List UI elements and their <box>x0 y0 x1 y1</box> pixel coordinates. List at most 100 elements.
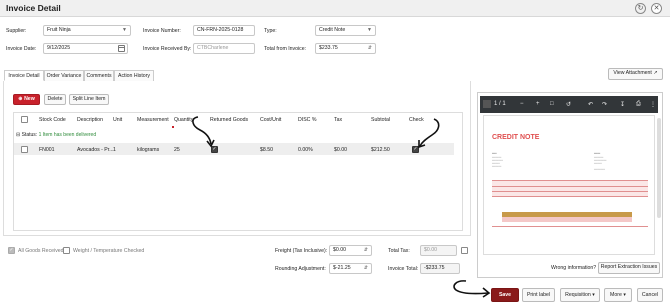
col-disc[interactable]: DISC % <box>298 117 316 123</box>
print-icon[interactable]: ⎙ <box>636 101 641 108</box>
redo-icon[interactable]: ↷ <box>602 101 607 108</box>
more-button[interactable]: More ▾ <box>604 288 632 302</box>
tab-comments[interactable]: Comments <box>84 70 114 81</box>
tax-toggle-checkbox[interactable] <box>461 247 468 254</box>
col-stock-code[interactable]: Stock Code <box>39 117 66 123</box>
received-by-label: Invoice Received By: <box>143 46 192 52</box>
total-tax-field: $0.00 <box>420 245 457 256</box>
zoom-in-icon[interactable]: + <box>536 101 540 107</box>
stepper-icon[interactable]: ⇵ <box>364 264 368 273</box>
cell-tax: $0.00 <box>334 147 347 153</box>
page-indicator: 1 / 1 <box>494 101 506 107</box>
supplier-select[interactable]: Fruit Ninja ▼ <box>43 25 131 36</box>
report-extraction-button[interactable]: Report Extraction Issues <box>598 262 660 274</box>
save-button[interactable]: Save <box>491 288 519 302</box>
invoice-total-field: -$233.75 <box>420 263 460 274</box>
invoice-date-field[interactable]: 9/12/2025 <box>43 43 128 54</box>
weight-temp-checkbox[interactable] <box>63 247 70 254</box>
all-goods-label: All Goods Received <box>18 248 64 254</box>
weight-temp-label: Weight / Temperature Checked <box>73 248 145 254</box>
select-all-checkbox[interactable] <box>21 116 28 123</box>
wrong-info-text: Wrong information? <box>551 265 597 271</box>
invoice-number-field[interactable]: CN-FRN-2025-0128 <box>193 25 255 36</box>
tab-order-variance[interactable]: Order Variance <box>44 70 84 81</box>
title-bar <box>0 0 670 17</box>
doc-divider <box>492 226 648 227</box>
cell-unit: 1 <box>113 147 116 153</box>
more-label: More <box>610 292 622 298</box>
invoice-detail-window: Invoice Detail ↻ ✕ Supplier: Fruit Ninja… <box>0 0 670 308</box>
tab-invoice-detail[interactable]: Invoice Detail <box>4 70 44 81</box>
cell-quantity[interactable]: 25 <box>174 147 180 153</box>
doc-block-to: ━━━━ <box>594 152 601 155</box>
doc-divider <box>492 186 648 187</box>
plus-icon: ⊕ <box>18 96 23 102</box>
rounding-value: $-21.25 <box>333 265 351 271</box>
col-cost-unit[interactable]: Cost/Unit <box>260 117 281 123</box>
type-select[interactable]: Credit Note ▼ <box>315 25 376 36</box>
download-icon[interactable]: ↧ <box>620 101 625 108</box>
cancel-button[interactable]: Cancel <box>637 288 663 302</box>
preview-scrollbar[interactable] <box>657 118 661 218</box>
all-goods-checkbox[interactable]: ✓ <box>8 247 15 254</box>
annotation-arrow-check <box>418 118 440 148</box>
requisition-button[interactable]: Requisition ▾ <box>560 288 600 302</box>
view-attachment-button[interactable]: View Attachment ↗ <box>608 68 663 80</box>
invoice-date-value: 9/12/2025 <box>47 45 71 51</box>
row-checkbox[interactable] <box>21 146 28 153</box>
col-subtotal[interactable]: Subtotal <box>371 117 390 123</box>
freight-field[interactable]: $0.00 ⇵ <box>329 245 372 256</box>
freight-value: $0.00 <box>333 247 346 253</box>
cell-subtotal: $212.50 <box>371 147 390 153</box>
freight-label: Freight (Tax Inclusive): <box>275 248 328 254</box>
annotation-arrow-save <box>453 280 491 298</box>
delete-button[interactable]: Delete <box>44 94 66 105</box>
rounding-label: Rounding Adjustment: <box>275 266 326 272</box>
doc-meta-block <box>492 181 648 196</box>
col-measurement[interactable]: Measurement <box>137 117 169 123</box>
print-label-button[interactable]: Print label <box>522 288 555 302</box>
supplier-value: Fruit Ninja <box>47 27 71 33</box>
invoice-date-label: Invoice Date: <box>6 46 37 52</box>
stepper-icon[interactable]: ⇵ <box>364 246 368 255</box>
split-line-item-button[interactable]: Split Line Item <box>69 94 109 105</box>
collapse-icon[interactable]: ⊟ <box>16 132 20 138</box>
undo-icon[interactable]: ↶ <box>588 101 593 108</box>
tab-action-history[interactable]: Action History <box>114 70 154 81</box>
rotate-icon[interactable]: ↺ <box>566 101 571 108</box>
more-options-icon[interactable]: ⋮ <box>650 101 656 108</box>
calendar-icon[interactable] <box>118 45 125 52</box>
rounding-field[interactable]: $-21.25 ⇵ <box>329 263 372 274</box>
chevron-down-icon: ▼ <box>122 27 127 33</box>
doc-divider <box>492 191 648 192</box>
new-button[interactable]: ⊕ New <box>13 94 40 105</box>
chevron-down-icon: ▼ <box>367 27 372 33</box>
annotation-arrow-returned <box>192 116 215 148</box>
invoice-number-label: Invoice Number: <box>143 28 181 34</box>
total-tax-label: Total Tax: <box>388 248 410 254</box>
requisition-label: Requisition <box>565 292 591 298</box>
chevron-down-icon: ▾ <box>623 292 626 298</box>
status-group-header[interactable]: ⊟ Status: 1 Item has been delivered <box>16 132 96 138</box>
refresh-icon[interactable]: ↻ <box>635 3 646 14</box>
doc-text-line: ━━━━━ <box>594 162 602 165</box>
close-icon[interactable]: ✕ <box>651 3 662 14</box>
cell-disc: 0.00% <box>298 147 313 153</box>
chevron-down-icon: ▾ <box>592 292 595 298</box>
stepper-icon[interactable]: ⇵ <box>368 44 372 53</box>
col-description[interactable]: Description <box>77 117 103 123</box>
cell-cost-unit: $8.50 <box>260 147 273 153</box>
col-tax[interactable]: Tax <box>334 117 342 123</box>
doc-block-from: ━━━ <box>492 152 497 155</box>
supplier-label: Supplier: <box>6 28 27 34</box>
fit-page-icon[interactable]: □ <box>550 101 554 107</box>
col-unit[interactable]: Unit <box>113 117 122 123</box>
doc-table-row <box>502 217 632 222</box>
received-by-field[interactable]: CTBCharlene <box>193 43 255 54</box>
zoom-out-icon[interactable]: − <box>520 101 524 107</box>
sidebar-toggle-icon[interactable] <box>483 100 491 108</box>
total-from-invoice-value: $233.75 <box>319 45 338 51</box>
line-items-grid <box>13 112 463 231</box>
cell-measurement: kilograms <box>137 147 160 153</box>
total-from-invoice-field[interactable]: $233.75 ⇵ <box>315 43 376 54</box>
